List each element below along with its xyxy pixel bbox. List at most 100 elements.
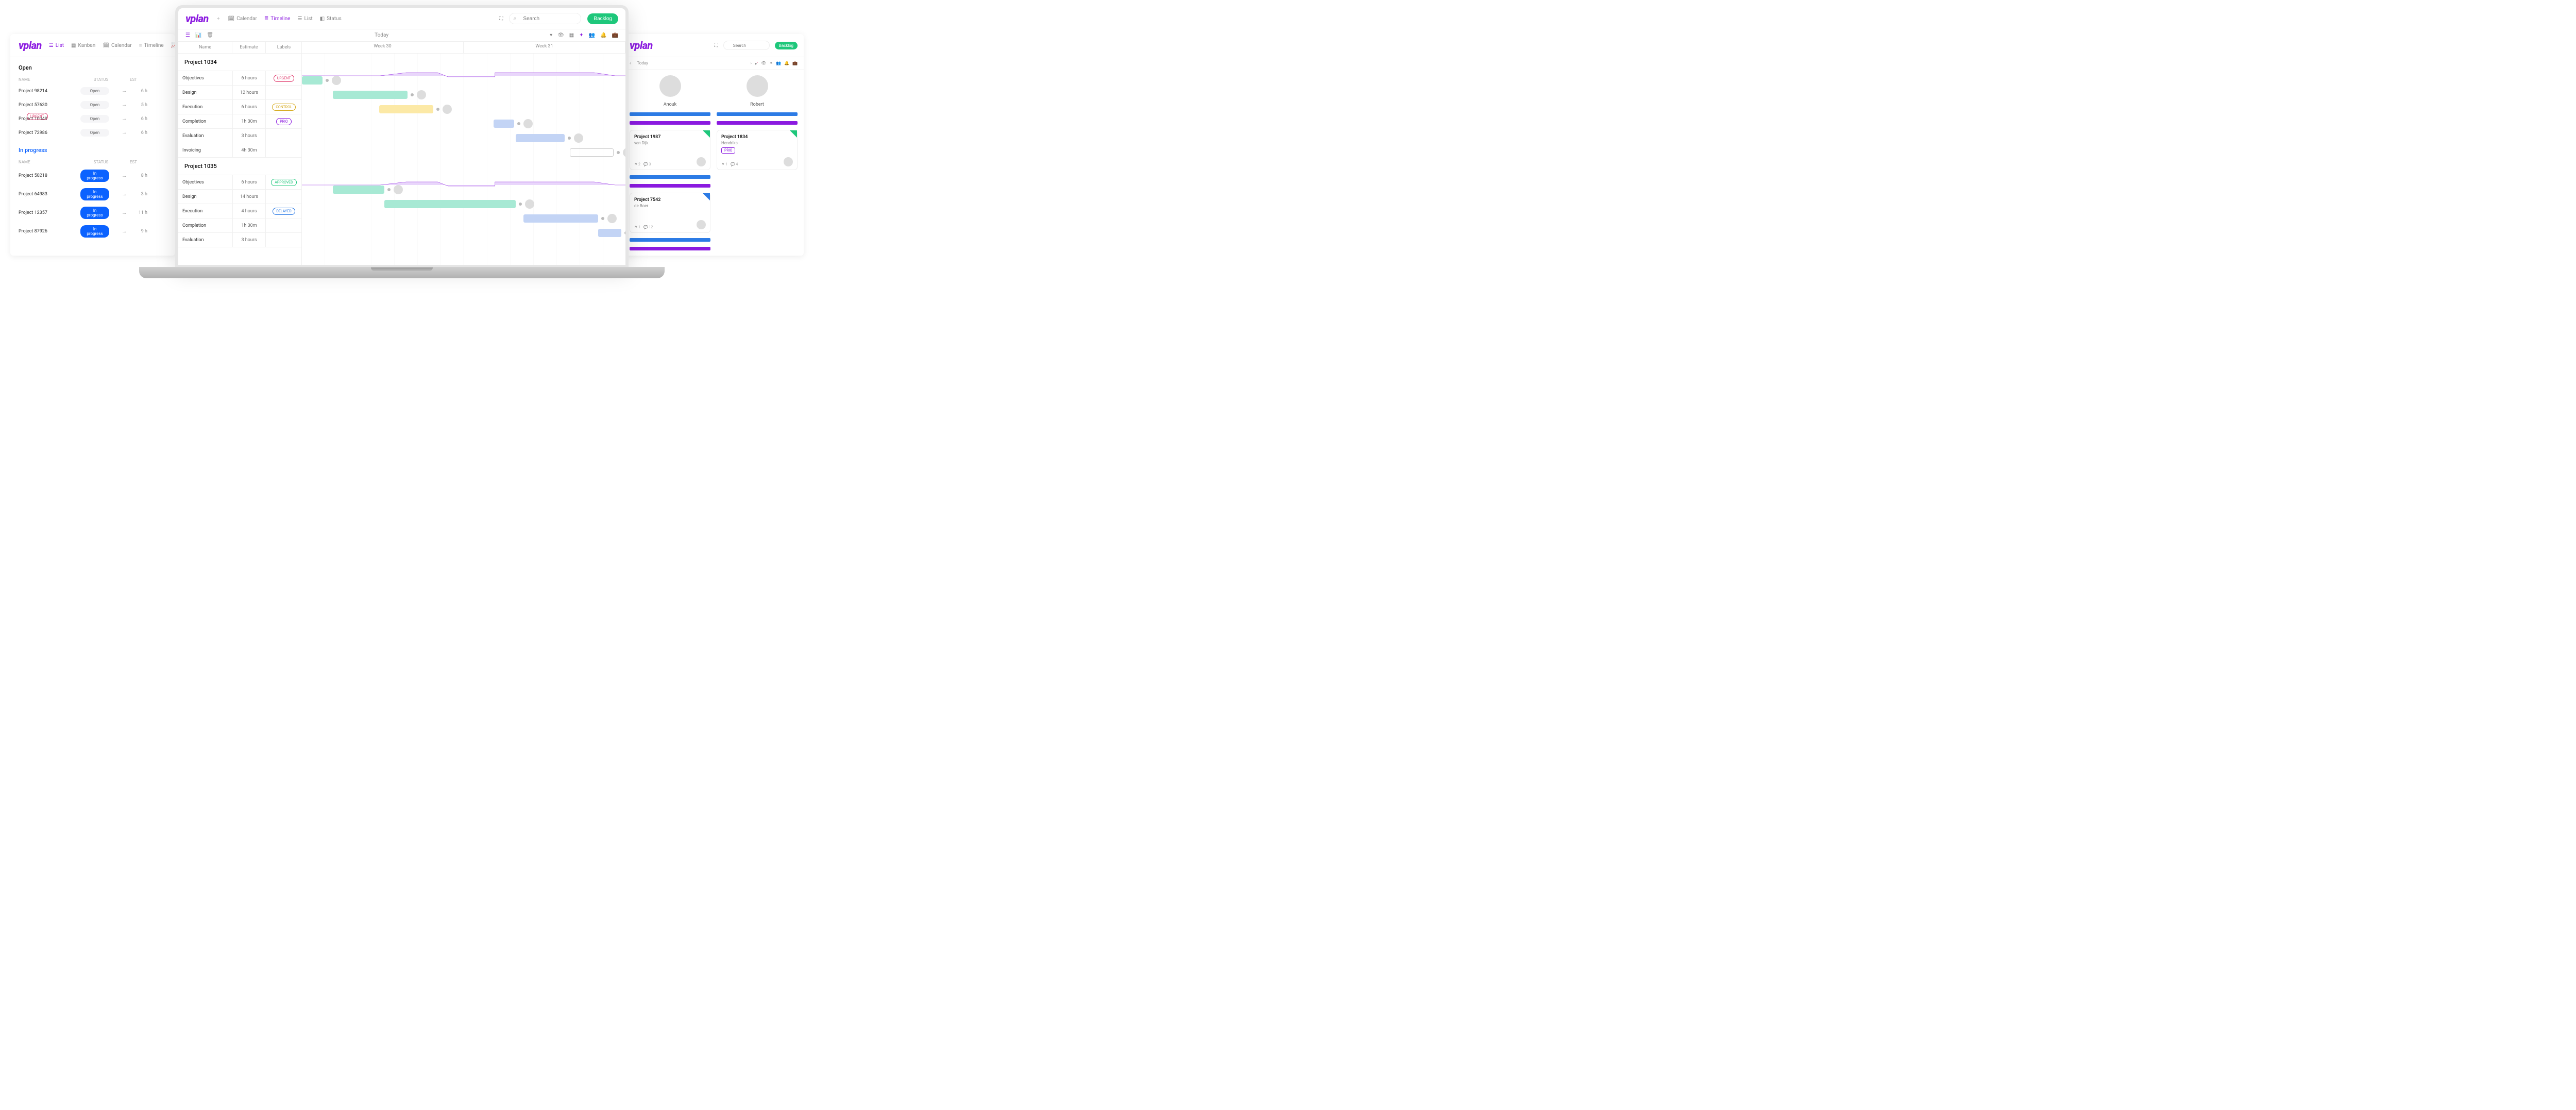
briefcase-icon[interactable]: 💼	[792, 61, 798, 65]
gantt-bar[interactable]	[333, 186, 384, 194]
tab-kanban[interactable]: ▦ Kanban	[71, 43, 95, 48]
task-row[interactable]: Design14 hours	[178, 190, 301, 204]
task-row[interactable]: Evaluation3 hours	[178, 233, 301, 247]
arrow-icon[interactable]: →	[122, 88, 132, 94]
status-badge[interactable]: Open	[80, 115, 109, 123]
gantt-bar[interactable]	[494, 120, 514, 128]
arrow-icon[interactable]: →	[122, 130, 132, 136]
task-row[interactable]: Objectives6 hoursURGENT	[178, 71, 301, 86]
expand-icon[interactable]: ⛶	[499, 16, 503, 22]
arrow-icon[interactable]: →	[122, 210, 132, 216]
status-badge[interactable]: In progress	[80, 188, 109, 200]
task-row[interactable]: Evaluation3 hours	[178, 129, 301, 143]
search-input[interactable]	[509, 13, 581, 24]
status-badge[interactable]: Open	[80, 87, 109, 95]
task-row[interactable]: Execution4 hoursDELAYED	[178, 204, 301, 218]
bell-icon[interactable]: 🔔	[600, 32, 606, 38]
project-title[interactable]: Project 1034	[178, 54, 301, 71]
avatar	[623, 148, 629, 157]
backlog-button[interactable]: Backlog	[587, 13, 618, 24]
filter-icon[interactable]: ▾	[550, 32, 552, 38]
tab-timeline[interactable]: ≡ Timeline	[139, 43, 164, 48]
chevron-right-icon[interactable]: ›	[751, 61, 752, 65]
task-row[interactable]: Completion1h 30mPRIO	[178, 114, 301, 129]
tab-calendar[interactable]: 🗓 Calendar	[228, 16, 257, 22]
status-badge[interactable]: Open	[80, 129, 109, 137]
list-row[interactable]: Project 72986Open→6 h	[10, 126, 175, 140]
today-label[interactable]: Today	[637, 61, 648, 65]
tab-list[interactable]: ☰ List	[49, 43, 64, 48]
kanban-card[interactable]: Project 1987van Dijk⚑ 2💬 3	[630, 130, 710, 170]
status-badge[interactable]: Open	[80, 101, 109, 109]
gantt-bar[interactable]	[523, 214, 598, 223]
arrow-icon[interactable]: →	[122, 173, 132, 179]
list-row[interactable]: Project 10049URGENTOpen→6 h	[10, 112, 175, 126]
arrow-icon[interactable]: →	[122, 116, 132, 122]
status-badge[interactable]: In progress	[80, 225, 109, 238]
task-row[interactable]: Execution6 hoursCONTROL	[178, 100, 301, 114]
today-label[interactable]: Today	[213, 32, 550, 38]
eye-icon[interactable]: 👁	[761, 61, 766, 65]
gantt-bar[interactable]	[302, 76, 323, 85]
card-bar	[717, 121, 798, 125]
tab-status[interactable]: ◧ Status	[320, 16, 342, 22]
puzzle-icon[interactable]: ✦	[579, 32, 583, 38]
gantt-bar[interactable]	[379, 105, 433, 113]
kanban-card[interactable]: Project 7542de Boer⚑ 1💬 12	[630, 193, 710, 233]
list-row[interactable]: Project 87926In progress→9 h	[10, 222, 175, 241]
list-row[interactable]: Project 57630Open→5 h	[10, 98, 175, 112]
gantt-bar[interactable]	[598, 229, 621, 237]
people-icon[interactable]: 👥	[776, 61, 781, 65]
filter-icon[interactable]: ▾•	[755, 60, 758, 66]
chart-icon[interactable]: 📊	[195, 32, 201, 38]
project-title[interactable]: Project 1035	[178, 158, 301, 175]
kanban-column: AnoukProject 1987van Dijk⚑ 2💬 3Project 7…	[630, 75, 710, 256]
list-row[interactable]: Project 64983In progress→3 h	[10, 185, 175, 204]
status-badge[interactable]: In progress	[80, 170, 109, 182]
gantt-bar[interactable]	[333, 91, 408, 99]
list-row[interactable]: Project 98214Open→6 h	[10, 84, 175, 98]
task-row[interactable]: Objectives6 hoursAPPROVED	[178, 175, 301, 190]
search-input[interactable]	[723, 41, 770, 50]
task-name: Execution	[178, 105, 232, 110]
puzzle-icon[interactable]: ✦	[769, 61, 773, 65]
week-header: Week 31	[464, 42, 625, 54]
arrow-icon[interactable]: →	[122, 192, 132, 197]
backlog-button[interactable]: Backlog	[775, 42, 798, 49]
layout-icon[interactable]: ▦	[569, 32, 574, 38]
trash-icon[interactable]: 🗑	[207, 32, 213, 38]
week-header: Week 30	[302, 42, 464, 54]
kanban-card[interactable]: Project 1834HendriksPRIO⚑ 1💬 4	[717, 130, 798, 170]
estimate-value: 5 h	[132, 103, 147, 108]
gantt-bar[interactable]	[516, 134, 565, 142]
card-title: Project 1834	[721, 134, 793, 140]
eye-icon[interactable]: 👁	[557, 32, 564, 38]
task-estimate: 3 hours	[232, 233, 266, 247]
list-icon[interactable]: ☰	[185, 32, 190, 38]
gantt-bar[interactable]	[384, 200, 516, 208]
task-row[interactable]: Invoicing4h 30m	[178, 143, 301, 158]
tab-status-label: Status	[327, 16, 342, 22]
add-icon[interactable]: +	[215, 16, 222, 22]
gantt-bar[interactable]	[570, 148, 614, 157]
task-row[interactable]: Design12 hours	[178, 86, 301, 100]
list-row[interactable]: Project 12357In progress→11 h	[10, 204, 175, 222]
expand-icon[interactable]: ⛶	[715, 43, 718, 48]
tab-timeline[interactable]: ≣ Timeline	[264, 16, 291, 22]
list-row[interactable]: Project 50218In progress→8 h	[10, 166, 175, 185]
arrow-icon[interactable]: →	[122, 102, 132, 108]
tab-list[interactable]: ☰ List	[297, 16, 312, 22]
tab-calendar[interactable]: 🗓 Calendar	[103, 43, 131, 48]
arrow-icon[interactable]: →	[122, 229, 132, 234]
bell-icon[interactable]: 🔔	[784, 61, 789, 65]
list-header: NAMESTATUSEST	[10, 158, 175, 166]
people-icon[interactable]: 👥	[589, 32, 595, 38]
logo: plan	[185, 12, 209, 25]
card-subtitle: de Boer	[634, 204, 706, 208]
briefcase-icon[interactable]: 💼	[612, 32, 618, 38]
project-name: Project 87926	[19, 229, 80, 234]
avatar	[574, 133, 583, 143]
task-row[interactable]: Completion1h 30m	[178, 218, 301, 233]
task-estimate: 1h 30m	[232, 218, 266, 232]
status-badge[interactable]: In progress	[80, 207, 109, 219]
